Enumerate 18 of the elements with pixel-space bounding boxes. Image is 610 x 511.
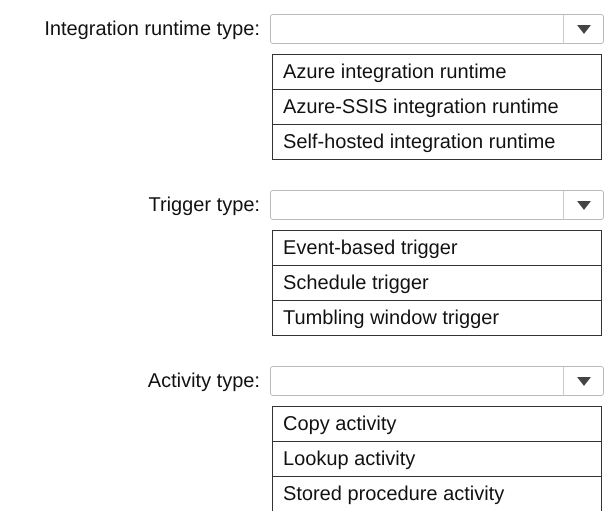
caret-icon: [576, 24, 590, 34]
dropdown-option[interactable]: Copy activity: [273, 407, 601, 441]
dropdown-option[interactable]: Azure-SSIS integration runtime: [273, 89, 601, 124]
dropdown-option[interactable]: Tumbling window trigger: [273, 300, 601, 335]
question-label: Integration runtime type:: [43, 17, 261, 42]
dropdown[interactable]: [270, 190, 604, 220]
dropdown[interactable]: [270, 14, 604, 44]
caret-icon: [576, 376, 590, 386]
dropdown-option[interactable]: Lookup activity: [273, 441, 601, 476]
dropdown-option[interactable]: Self-hosted integration runtime: [273, 124, 601, 159]
dropdown[interactable]: [270, 366, 604, 396]
question-label: Activity type:: [146, 369, 261, 394]
dropdown-option[interactable]: Stored procedure activity: [273, 476, 601, 511]
dropdown-option[interactable]: Event-based trigger: [273, 231, 601, 265]
dropdown-option[interactable]: Schedule trigger: [273, 265, 601, 300]
dropdown-option[interactable]: Azure integration runtime: [273, 55, 601, 89]
question-label: Trigger type:: [147, 193, 261, 218]
caret-icon: [576, 200, 590, 210]
